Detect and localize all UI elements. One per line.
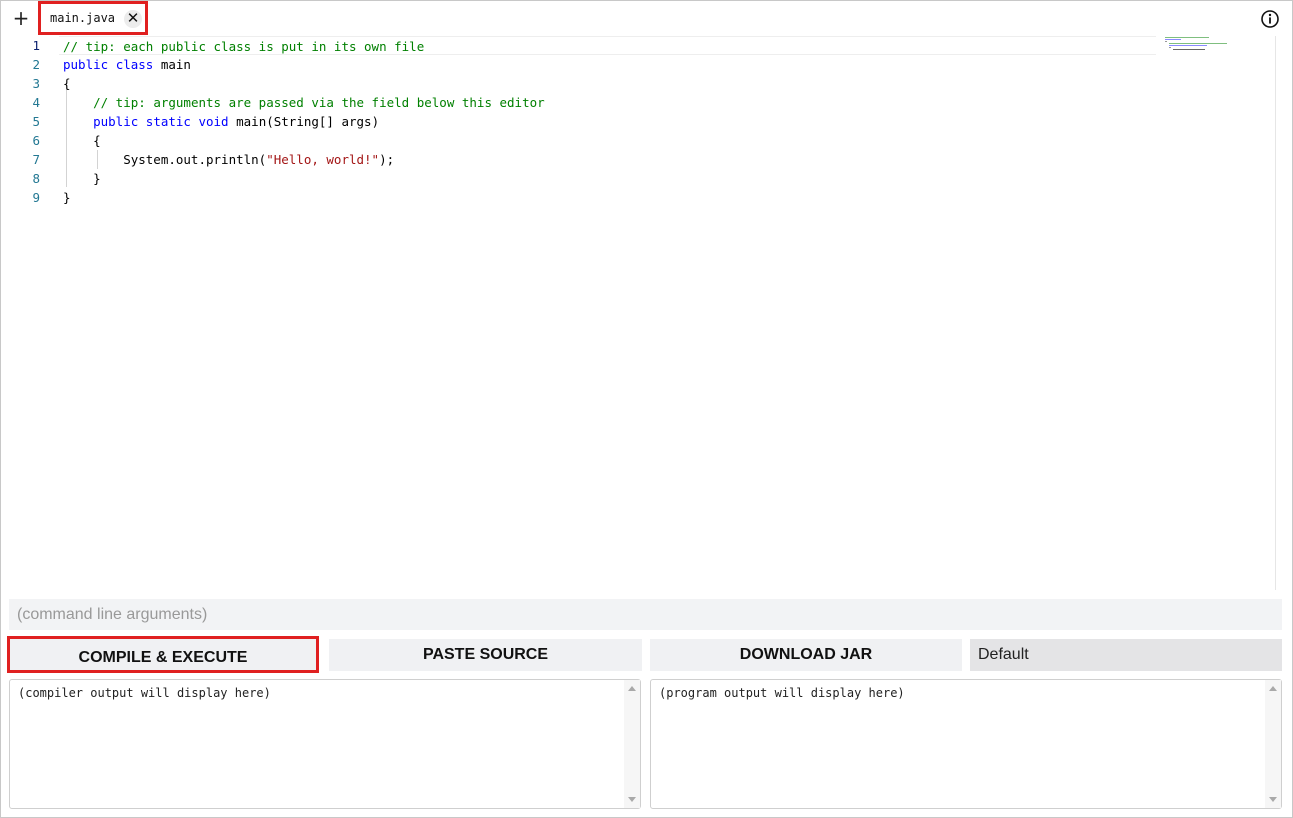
command-line-arguments-input[interactable]: (command line arguments) [9, 599, 1282, 630]
line-number: 9 [32, 190, 40, 205]
code-token: { [63, 133, 101, 148]
code-token: void [198, 114, 229, 129]
code-token: } [63, 171, 101, 186]
line-number: 3 [32, 76, 40, 91]
editor-scrollbar[interactable] [1275, 36, 1276, 590]
tab-bar: + main.java ✕ [1, 1, 1291, 35]
compiler-output-textarea[interactable]: (compiler output will display here) [9, 679, 641, 809]
line-number: 2 [32, 57, 40, 72]
program-output-scrollbar[interactable] [1265, 680, 1281, 808]
minimap[interactable] [1163, 36, 1233, 52]
line-number-gutter: 1 2 3 4 5 6 7 8 9 [1, 36, 49, 207]
paste-source-button[interactable]: PASTE SOURCE [329, 639, 642, 671]
code-line[interactable]: System.out.println("Hello, world!"); [63, 150, 1163, 169]
code-line[interactable]: // tip: each public class is put in its … [59, 36, 1156, 55]
code-line[interactable]: } [63, 169, 1163, 188]
line-number: 8 [32, 171, 40, 186]
code-token: static [145, 114, 191, 129]
code-token: System.out.println( [63, 152, 267, 167]
code-token: public [93, 114, 139, 129]
code-line[interactable]: public static void main(String[] args) [63, 112, 1163, 131]
code-token: main(String[] args) [228, 114, 380, 129]
code-token: ); [379, 152, 395, 167]
line-number: 7 [32, 152, 40, 167]
code-line[interactable]: public class main [63, 55, 1163, 74]
close-icon[interactable]: ✕ [124, 10, 142, 28]
code-token: public [63, 57, 109, 72]
info-circle-icon[interactable] [1260, 9, 1280, 29]
line-number: 1 [32, 38, 40, 53]
compiler-select[interactable]: Default [970, 639, 1282, 671]
code-token: main [153, 57, 191, 72]
code-token: // tip: each public class is put in its … [63, 39, 425, 54]
compiler-output-text: (compiler output will display here) [18, 686, 271, 700]
add-file-button[interactable]: + [10, 8, 32, 30]
tab-label: main.java [50, 11, 116, 25]
line-number: 5 [32, 114, 40, 129]
code-line[interactable]: // tip: arguments are passed via the fie… [63, 93, 1163, 112]
program-output-text: (program output will display here) [659, 686, 905, 700]
code-line[interactable]: { [63, 131, 1163, 150]
compile-execute-button[interactable]: COMPILE & EXECUTE [7, 636, 319, 673]
scroll-down-icon[interactable] [1269, 797, 1277, 802]
code-token: { [63, 76, 71, 91]
code-line[interactable]: } [63, 188, 1163, 207]
code-token: class [115, 57, 154, 72]
code-token: // tip: arguments are passed via the fie… [93, 95, 545, 110]
code-editor[interactable]: 1 2 3 4 5 6 7 8 9 // tip: each public class is p… [1, 36, 1276, 590]
code-content[interactable]: // tip: each public class is put in its … [59, 36, 1163, 207]
line-number: 4 [32, 95, 40, 110]
program-output-textarea[interactable]: (program output will display here) [650, 679, 1282, 809]
code-line[interactable]: { [63, 74, 1163, 93]
scroll-up-icon[interactable] [628, 686, 636, 691]
scroll-down-icon[interactable] [628, 797, 636, 802]
scroll-up-icon[interactable] [1269, 686, 1277, 691]
line-number: 6 [32, 133, 40, 148]
compiler-output-scrollbar[interactable] [624, 680, 640, 808]
download-jar-button[interactable]: DOWNLOAD JAR [650, 639, 962, 671]
tab-main-java[interactable]: main.java ✕ [38, 1, 148, 35]
code-token: "Hello, world!" [266, 152, 380, 167]
code-token: } [63, 190, 71, 205]
